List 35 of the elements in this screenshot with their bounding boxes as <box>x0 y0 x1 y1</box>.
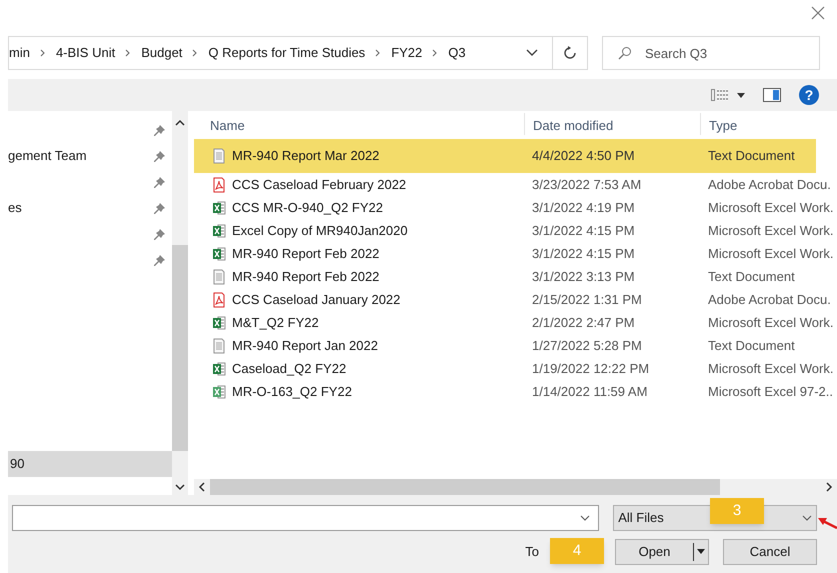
file-name: MR-O-163_Q2 FY22 <box>232 382 352 401</box>
file-name: MR-940 Report Mar 2022 <box>232 147 380 166</box>
file-type: Microsoft Excel 97-2.. <box>707 382 833 401</box>
date-modified: 4/4/2022 4:50 PM <box>531 147 636 166</box>
date-modified: 2/1/2022 2:47 PM <box>531 314 636 332</box>
step-tooltip: 3 <box>710 498 764 524</box>
file-type: Adobe Acrobat Docu. <box>707 176 831 194</box>
date-modified: 3/1/2022 3:13 PM <box>531 268 636 286</box>
date-modified: 2/15/2022 1:31 PM <box>531 290 643 309</box>
date-modified: 1/19/2022 12:22 PM <box>531 360 650 378</box>
file-type: Text Document <box>707 147 795 166</box>
file-type: Microsoft Excel Work. <box>707 198 834 217</box>
date-modified: 3/1/2022 4:19 PM <box>531 198 636 217</box>
file-name: CCS Caseload January 2022 <box>232 290 400 309</box>
file-type: Microsoft Excel Work. <box>707 222 834 240</box>
step-tooltip: 4 <box>550 538 604 564</box>
date-modified: 3/1/2022 4:15 PM <box>531 244 636 263</box>
file-name: MR-940 Report Jan 2022 <box>232 336 378 355</box>
file-type: Adobe Acrobat Docu. <box>707 290 831 309</box>
date-modified: 1/27/2022 5:28 PM <box>531 336 643 355</box>
file-type: Microsoft Excel Work. <box>707 244 834 263</box>
file-name: MR-940 Report Feb 2022 <box>232 268 380 286</box>
file-name: Caseload_Q2 FY22 <box>232 360 346 378</box>
file-name: CCS MR-O-940_Q2 FY22 <box>232 198 383 217</box>
file-name: CCS Caseload February 2022 <box>232 176 406 194</box>
file-name: M&T_Q2 FY22 <box>232 314 319 332</box>
file-type: Text Document <box>707 336 795 355</box>
file-name: MR-940 Report Feb 2022 <box>232 244 380 263</box>
date-modified: 3/1/2022 4:15 PM <box>531 222 636 240</box>
file-type: Text Document <box>707 268 795 286</box>
file-type: Microsoft Excel Work. <box>707 360 834 378</box>
date-modified: 1/14/2022 11:59 AM <box>531 382 648 401</box>
file-name: Excel Copy of MR940Jan2020 <box>232 222 408 240</box>
date-modified: 3/23/2022 7:53 AM <box>531 176 642 194</box>
file-type: Microsoft Excel Work. <box>707 314 834 332</box>
